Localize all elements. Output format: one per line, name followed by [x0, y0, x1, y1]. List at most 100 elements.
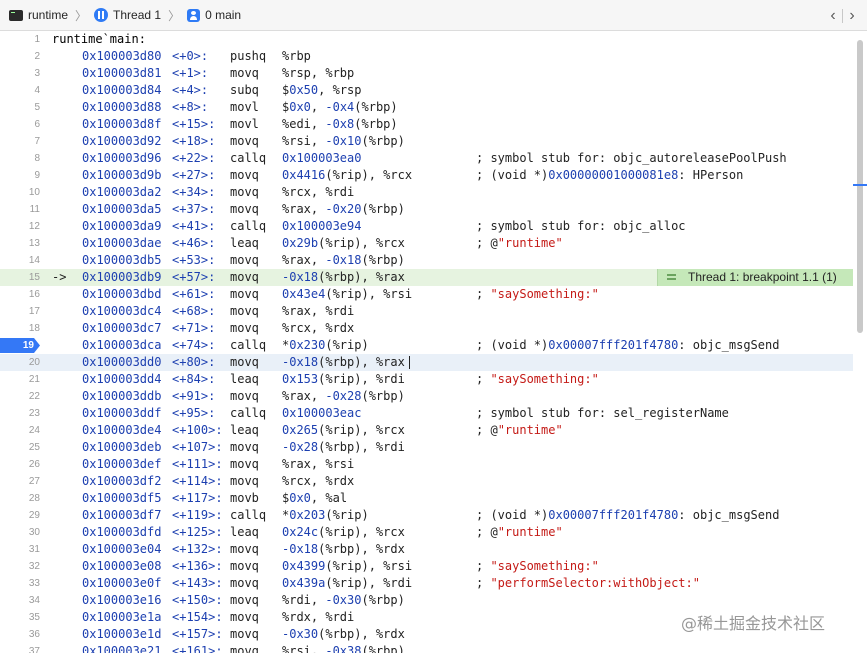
- disassembly-line[interactable]: 20 0x100003dd0 <+80>: movq -0x18(%rbp), %rax: [0, 354, 853, 371]
- disassembly-line[interactable]: 16 0x100003dbd <+61>: movq 0x43e4(%rip), %rs…: [0, 286, 853, 303]
- breakpoint-annotation[interactable]: Thread 1: breakpoint 1.1 (1): [657, 269, 853, 286]
- disassembly-line[interactable]: 19 0x100003dca <+74>: callq *0x230(%rip) ; (v…: [0, 337, 853, 354]
- line-number[interactable]: 36: [0, 626, 40, 643]
- mnemonic: movq: [230, 66, 259, 80]
- disassembly-line[interactable]: 13 0x100003dae <+46>: leaq 0x29b(%rip), %rcx…: [0, 235, 853, 252]
- jumpbar-item-frame[interactable]: 0 main: [187, 0, 241, 31]
- line-number[interactable]: 33: [0, 575, 40, 592]
- address: 0x100003e16: [82, 593, 162, 607]
- operands: $0x50, %rsp: [282, 82, 362, 99]
- line-number[interactable]: 23: [0, 405, 40, 422]
- comment: ; "saySomething:": [476, 371, 599, 388]
- line-number[interactable]: 14: [0, 252, 40, 269]
- line-number[interactable]: 21: [0, 371, 40, 388]
- vertical-scrollbar[interactable]: [853, 31, 867, 653]
- mnemonic: movq: [230, 644, 259, 653]
- jumpbar-item-thread[interactable]: Thread 1: [94, 0, 161, 31]
- disassembly-line[interactable]: 30 0x100003dfd <+125>: leaq 0x24c(%rip), %rc…: [0, 524, 853, 541]
- offset: <+27>:: [172, 168, 216, 182]
- line-number[interactable]: 12: [0, 218, 40, 235]
- line-number[interactable]: 26: [0, 456, 40, 473]
- disassembly-line[interactable]: 1 runtime`main:: [0, 31, 853, 48]
- line-number[interactable]: 5: [0, 99, 40, 116]
- disassembly-line[interactable]: 2 0x100003d80 <+0>: pushq %rbp: [0, 48, 853, 65]
- line-number[interactable]: 34: [0, 592, 40, 609]
- disassembly-line[interactable]: 32 0x100003e08 <+136>: movq 0x4399(%rip), %r…: [0, 558, 853, 575]
- line-number[interactable]: 7: [0, 133, 40, 150]
- disassembly-line[interactable]: 8 0x100003d96 <+22>: callq 0x100003ea0 ; symb…: [0, 150, 853, 167]
- offset: <+4>:: [172, 83, 209, 97]
- disassembly-line[interactable]: 21 0x100003dd4 <+84>: leaq 0x153(%rip), %rdi…: [0, 371, 853, 388]
- mnemonic: movq: [230, 134, 259, 148]
- line-number[interactable]: 8: [0, 150, 40, 167]
- line-number[interactable]: 13: [0, 235, 40, 252]
- disassembly-line[interactable]: 5 0x100003d88 <+8>: movl $0x0, -0x4(%rbp): [0, 99, 853, 116]
- line-number[interactable]: 30: [0, 524, 40, 541]
- disassembly-line[interactable]: 23 0x100003ddf <+95>: callq 0x100003eac ; sym…: [0, 405, 853, 422]
- breakpoint-marker[interactable]: 19: [0, 338, 40, 353]
- line-number[interactable]: 1: [0, 31, 40, 48]
- disassembly-line[interactable]: 37 0x100003e21 <+161>: movq %rsi, -0x38(%rbp…: [0, 643, 853, 653]
- line-number[interactable]: 32: [0, 558, 40, 575]
- mnemonic: movq: [230, 168, 259, 182]
- line-number[interactable]: 17: [0, 303, 40, 320]
- line-number[interactable]: 27: [0, 473, 40, 490]
- line-number[interactable]: 25: [0, 439, 40, 456]
- line-number[interactable]: 6: [0, 116, 40, 133]
- operand-text: (%rip), %rcx: [318, 236, 405, 250]
- operands: %rcx, %rdx: [282, 320, 354, 337]
- disassembly-line[interactable]: 18 0x100003dc7 <+71>: movq %rcx, %rdx: [0, 320, 853, 337]
- line-number[interactable]: 2: [0, 48, 40, 65]
- line-number[interactable]: 24: [0, 422, 40, 439]
- line-number[interactable]: 29: [0, 507, 40, 524]
- disassembly-line[interactable]: 29 0x100003df7 <+119>: callq *0x203(%rip) ; (…: [0, 507, 853, 524]
- scroll-thumb[interactable]: [857, 40, 863, 333]
- disassembly-line[interactable]: 17 0x100003dc4 <+68>: movq %rax, %rdi: [0, 303, 853, 320]
- disassembly-view[interactable]: 1 runtime`main: 2 0x100003d80 <+0>: pushq %rbp…: [0, 31, 867, 653]
- chevron-left-icon[interactable]: ‹: [826, 7, 840, 25]
- chevron-right-icon[interactable]: ›: [845, 7, 859, 25]
- line-number[interactable]: 3: [0, 65, 40, 82]
- line-number[interactable]: 9: [0, 167, 40, 184]
- disassembly-line[interactable]: 14 0x100003db5 <+53>: movq %rax, -0x18(%rbp): [0, 252, 853, 269]
- disassembly-line[interactable]: 12 0x100003da9 <+41>: callq 0x100003e94 ; sym…: [0, 218, 853, 235]
- disassembly-line[interactable]: 31 0x100003e04 <+132>: movq -0x18(%rbp), %rd…: [0, 541, 853, 558]
- operand-text: (%rip), %rcx: [325, 168, 413, 182]
- jumpbar-item-runtime[interactable]: runtime: [0, 0, 68, 31]
- offset: <+57>:: [172, 270, 216, 284]
- disassembly-line[interactable]: 22 0x100003ddb <+91>: movq %rax, -0x28(%rbp): [0, 388, 853, 405]
- line-number[interactable]: 37: [0, 643, 40, 653]
- disassembly-line[interactable]: 4 0x100003d84 <+4>: subq $0x50, %rsp: [0, 82, 853, 99]
- operands: 0x24c(%rip), %rcx: [282, 524, 405, 541]
- operand-text: (%rbp): [361, 202, 405, 216]
- disassembly-line[interactable]: 15 -> 0x100003db9 <+57>: movq -0x18(%rbp), %r…: [0, 269, 853, 286]
- disassembly-line[interactable]: 9 0x100003d9b <+27>: movq 0x4416(%rip), %rcx…: [0, 167, 853, 184]
- offset: <+150>:: [172, 593, 223, 607]
- disassembly-line[interactable]: 26 0x100003def <+111>: movq %rax, %rsi: [0, 456, 853, 473]
- disassembly-line[interactable]: 28 0x100003df5 <+117>: movb $0x0, %al: [0, 490, 853, 507]
- disassembly-line[interactable]: 33 0x100003e0f <+143>: movq 0x439a(%rip), %r…: [0, 575, 853, 592]
- line-number[interactable]: 10: [0, 184, 40, 201]
- offset: <+119>:: [172, 508, 223, 522]
- operands: -0x30(%rbp), %rdx: [282, 626, 405, 643]
- line-number[interactable]: 28: [0, 490, 40, 507]
- disassembly-line[interactable]: 7 0x100003d92 <+18>: movq %rsi, -0x10(%rbp): [0, 133, 853, 150]
- disassembly-line[interactable]: 10 0x100003da2 <+34>: movq %rcx, %rdi: [0, 184, 853, 201]
- line-number[interactable]: 31: [0, 541, 40, 558]
- disassembly-line[interactable]: 27 0x100003df2 <+114>: movq %rcx, %rdx: [0, 473, 853, 490]
- line-number[interactable]: 16: [0, 286, 40, 303]
- line-number[interactable]: 22: [0, 388, 40, 405]
- line-number[interactable]: 11: [0, 201, 40, 218]
- disassembly-line[interactable]: 24 0x100003de4 <+100>: leaq 0x265(%rip), %rc…: [0, 422, 853, 439]
- disassembly-line[interactable]: 34 0x100003e16 <+150>: movq %rdi, -0x30(%rbp…: [0, 592, 853, 609]
- line-number[interactable]: 18: [0, 320, 40, 337]
- line-number[interactable]: 20: [0, 354, 40, 371]
- disassembly-line[interactable]: 11 0x100003da5 <+37>: movq %rax, -0x20(%rbp): [0, 201, 853, 218]
- disassembly-line[interactable]: 3 0x100003d81 <+1>: movq %rsp, %rbp: [0, 65, 853, 82]
- address: 0x100003dca: [82, 338, 162, 352]
- line-number[interactable]: 15: [0, 269, 40, 286]
- line-number[interactable]: 35: [0, 609, 40, 626]
- disassembly-line[interactable]: 6 0x100003d8f <+15>: movl %edi, -0x8(%rbp): [0, 116, 853, 133]
- line-number[interactable]: 4: [0, 82, 40, 99]
- disassembly-line[interactable]: 25 0x100003deb <+107>: movq -0x28(%rbp), %rd…: [0, 439, 853, 456]
